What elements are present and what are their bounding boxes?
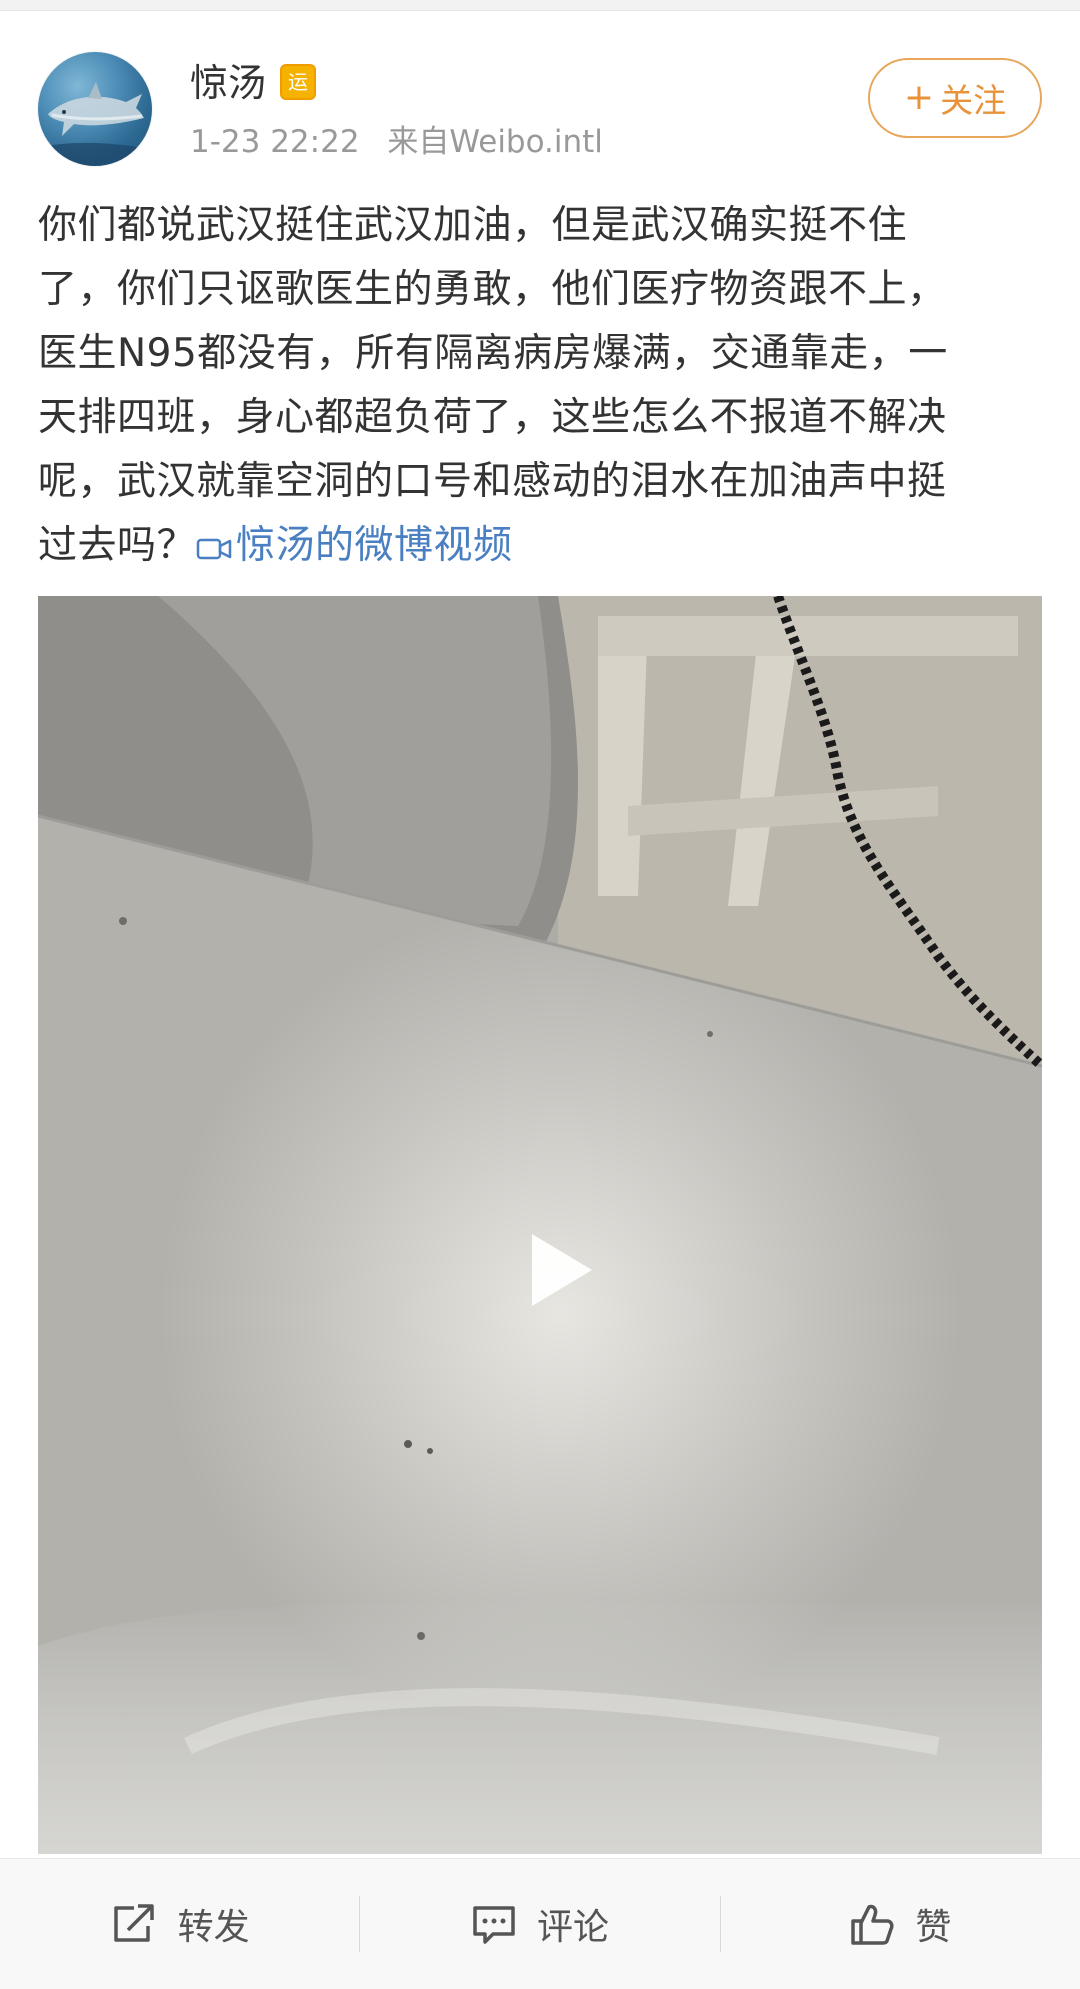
video-link[interactable]: 惊汤的微博视频	[196, 523, 513, 568]
avatar[interactable]	[38, 52, 152, 166]
thumbs-up-icon	[851, 1904, 894, 1945]
post-text-line: 天排四班，身心都超负荷了，这些怎么不报道不解决	[38, 395, 947, 440]
comment-label: 评论	[536, 1907, 609, 1948]
repost-label: 转发	[177, 1907, 250, 1948]
post-text-line: 你们都说武汉挺住武汉加油，但是武汉确实挺不住	[38, 203, 908, 248]
repost-button[interactable]: 转发	[0, 1859, 359, 1989]
post-text-tail: 过去吗？	[38, 523, 197, 568]
post-source: 来自Weibo.intl	[387, 124, 603, 160]
comment-button[interactable]: 评论	[360, 1859, 719, 1989]
follow-button[interactable]: + 关注	[868, 58, 1042, 138]
follow-button-label: 关注	[940, 81, 1007, 120]
share-icon	[113, 1904, 154, 1942]
video-player[interactable]	[38, 596, 1042, 1854]
shark-avatar-icon	[38, 82, 152, 166]
post-text-line: 呢，武汉就靠空洞的口号和感动的泪水在加油声中挺	[38, 459, 947, 504]
post-text: 你们都说武汉挺住武汉加油，但是武汉确实挺不住 了，你们只讴歌医生的勇敢，他们医疗…	[38, 194, 1042, 578]
post-time: 1-23 22:22	[190, 124, 360, 160]
like-button[interactable]: 赞	[721, 1859, 1080, 1989]
post-text-line: 了，你们只讴歌医生的勇敢，他们医疗物资跟不上，	[38, 267, 947, 312]
post-meta: 1-23 22:22 来自Weibo.intl	[190, 122, 603, 162]
video-link-label: 惊汤的微博视频	[236, 523, 513, 568]
video-camera-icon	[196, 538, 232, 560]
post-text-last-line: 过去吗？ 惊汤的微博视频	[38, 514, 1042, 578]
like-label: 赞	[915, 1907, 952, 1948]
post-text-line: 医生N95都没有，所有隔离病房爆满，交通靠走，一	[38, 331, 948, 376]
vip-badge: 运	[280, 64, 316, 100]
plus-icon: +	[903, 77, 935, 118]
action-bar: 转发 评论 赞	[0, 1858, 1080, 1989]
username[interactable]: 惊汤	[190, 60, 266, 106]
comment-icon	[473, 1906, 515, 1944]
top-divider	[0, 0, 1080, 11]
play-icon[interactable]	[510, 1222, 606, 1318]
